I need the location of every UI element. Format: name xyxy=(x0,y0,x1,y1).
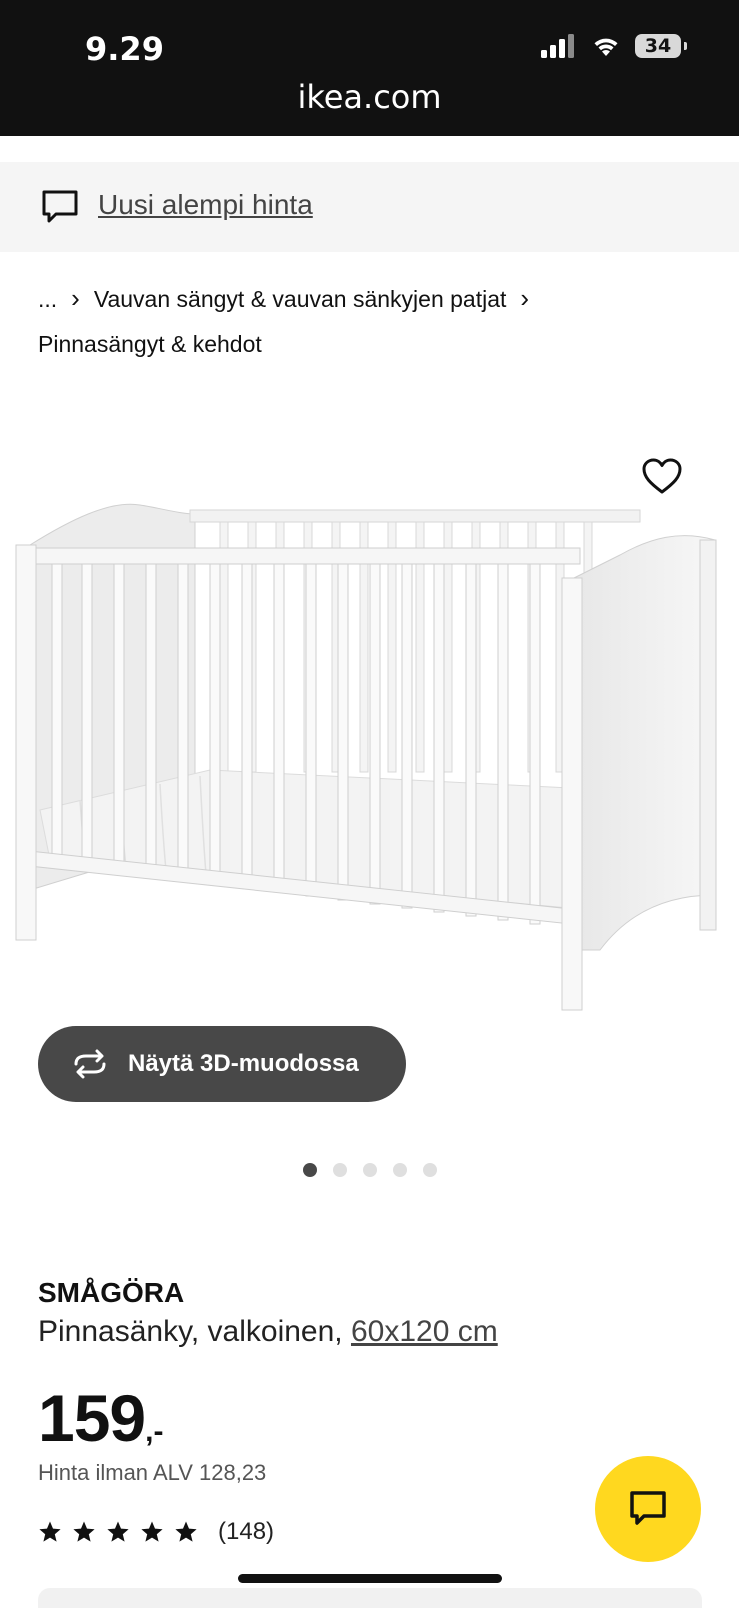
chat-icon xyxy=(630,1491,666,1525)
status-time: 9.29 xyxy=(85,30,164,68)
product-image[interactable] xyxy=(10,500,730,1030)
price-without-vat: Hinta ilman ALV 128,23 xyxy=(38,1460,267,1485)
product-size-link[interactable]: 60x120 cm xyxy=(351,1315,498,1348)
status-icons: 34 xyxy=(541,34,687,58)
breadcrumb: ... › Vauvan sängyt & vauvan sänkyjen patj… xyxy=(38,276,698,367)
breadcrumb-baby-beds[interactable]: Vauvan sängyt & vauvan sänkyjen patjat xyxy=(94,286,507,312)
image-pagination xyxy=(0,1163,739,1177)
review-count: (148) xyxy=(218,1518,275,1545)
pagination-dot[interactable] xyxy=(332,1163,347,1177)
star-icon xyxy=(107,1521,129,1542)
browser-top-bar: 9.29 34 ikea.com xyxy=(0,0,739,136)
chat-bubble-icon xyxy=(42,190,78,223)
star-icon xyxy=(73,1521,95,1542)
pagination-dot[interactable] xyxy=(392,1163,407,1177)
heart-icon[interactable] xyxy=(640,456,684,496)
pagination-dot[interactable] xyxy=(362,1163,377,1177)
battery-indicator: 34 xyxy=(635,34,687,58)
price-integer: 159 xyxy=(38,1381,146,1455)
view-3d-label: Näytä 3D-muodossa xyxy=(128,1050,359,1077)
wifi-icon xyxy=(594,38,618,56)
price-banner-link[interactable]: Uusi alempi hinta xyxy=(98,189,313,221)
bottom-sheet-edge xyxy=(38,1588,702,1608)
product-name: SMÅGÖRA xyxy=(38,1277,185,1308)
breadcrumb-cribs[interactable]: Pinnasängyt & kehdot xyxy=(38,331,262,357)
product-description: Pinnasänky, valkoinen, 60x120 cm xyxy=(38,1315,498,1349)
breadcrumb-separator: › xyxy=(71,283,80,313)
price-suffix: ,- xyxy=(145,1415,164,1448)
star-icon xyxy=(175,1521,197,1542)
star-icon xyxy=(141,1521,163,1542)
view-3d-button[interactable]: Näytä 3D-muodossa xyxy=(38,1026,406,1102)
product-price: 159,- xyxy=(38,1380,163,1456)
star-icon xyxy=(39,1521,61,1542)
breadcrumb-more[interactable]: ... xyxy=(38,286,57,312)
pagination-dot[interactable] xyxy=(302,1163,317,1177)
address-bar[interactable]: ikea.com xyxy=(0,78,739,116)
chat-button[interactable] xyxy=(595,1456,701,1562)
home-indicator xyxy=(238,1574,502,1583)
price-banner[interactable]: Uusi alempi hinta xyxy=(0,162,739,252)
product-type: Pinnasänky, valkoinen, xyxy=(38,1315,343,1348)
pagination-dot[interactable] xyxy=(422,1163,437,1177)
breadcrumb-separator: › xyxy=(520,283,530,313)
product-rating[interactable]: (148) xyxy=(38,1518,274,1546)
rotate-icon xyxy=(74,1049,106,1079)
signal-icon xyxy=(541,34,574,58)
rating-stars xyxy=(38,1520,198,1544)
